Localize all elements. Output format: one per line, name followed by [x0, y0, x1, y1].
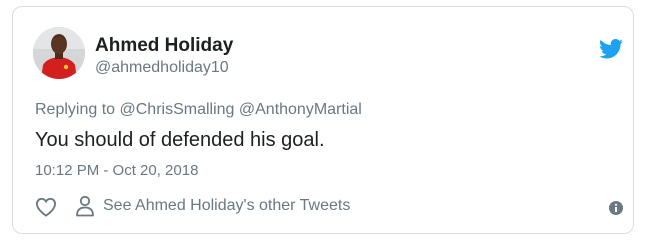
heart-icon[interactable]	[35, 197, 57, 217]
other-tweets-link[interactable]: See Ahmed Holiday's other Tweets	[103, 197, 350, 215]
author-handle[interactable]: @ahmedholiday10	[95, 59, 229, 77]
avatar[interactable]	[33, 27, 85, 79]
twitter-bird-icon[interactable]	[599, 39, 623, 59]
embedded-tweet-card: Ahmed Holiday @ahmedholiday10 Replying t…	[12, 6, 634, 234]
person-icon[interactable]	[75, 195, 95, 217]
author-name[interactable]: Ahmed Holiday	[95, 35, 233, 57]
tweet-text: You should of defended his goal.	[35, 129, 325, 151]
tweet-timestamp[interactable]: 10:12 PM - Oct 20, 2018	[35, 162, 198, 179]
info-icon[interactable]	[609, 201, 623, 215]
replying-to[interactable]: Replying to @ChrisSmalling @AnthonyMarti…	[35, 101, 362, 119]
